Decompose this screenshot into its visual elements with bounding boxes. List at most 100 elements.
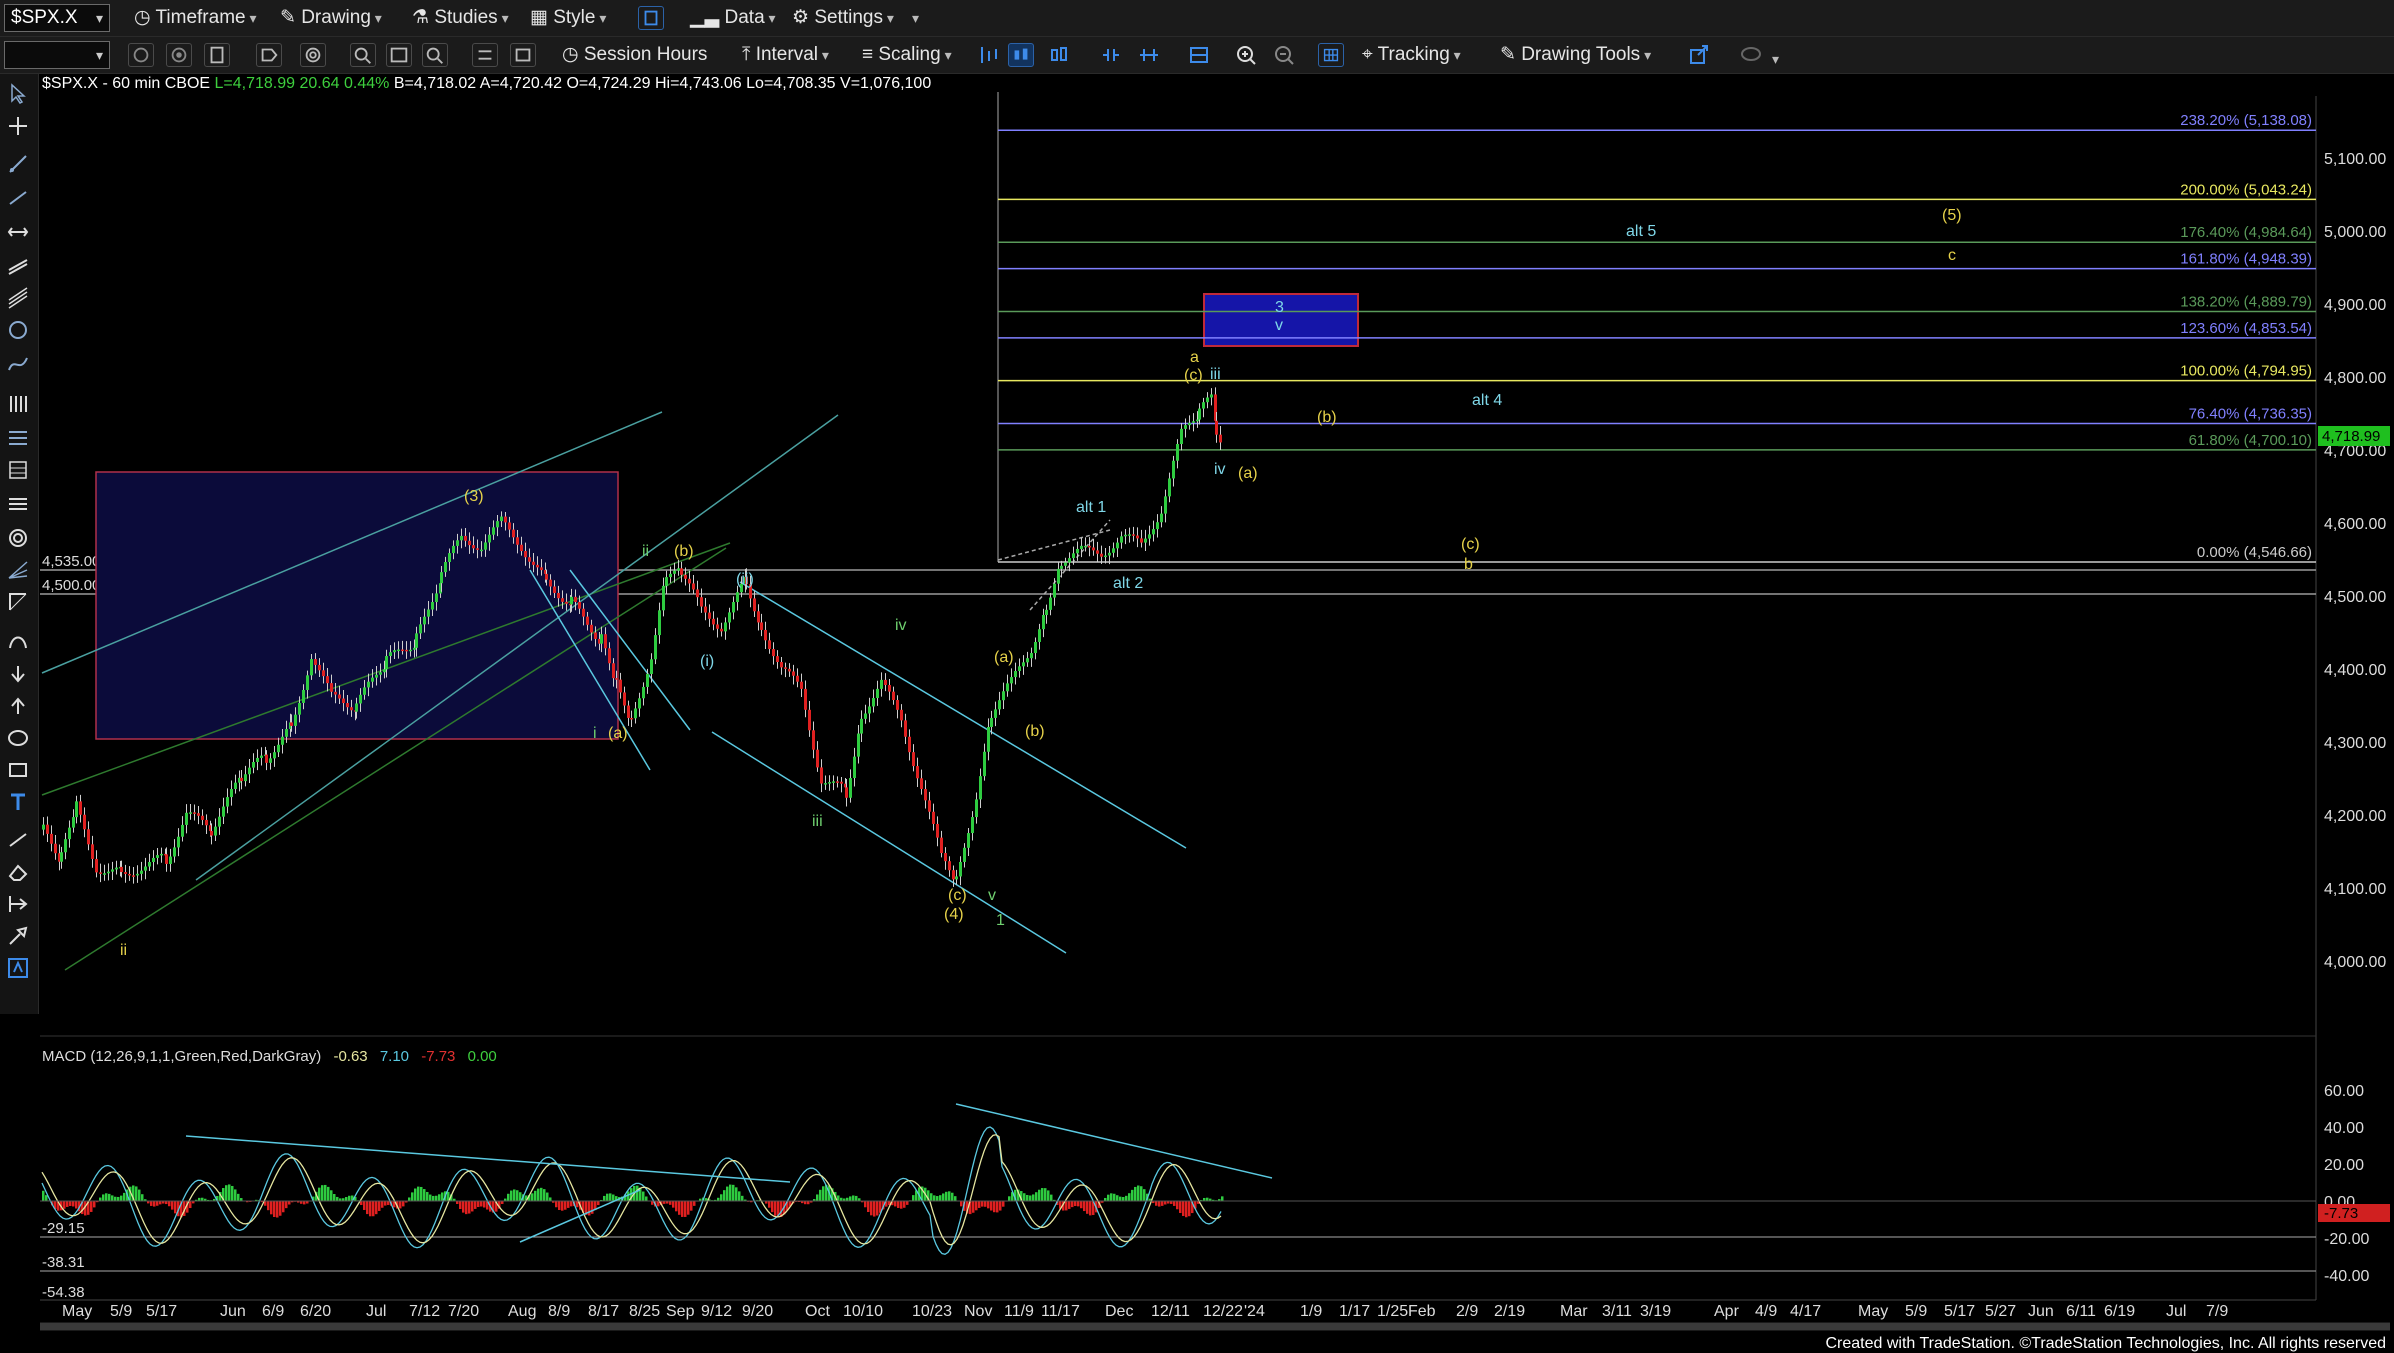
cycle-alt-icon[interactable]: [166, 43, 192, 67]
interval-menu[interactable]: ⤒ Interval: [742, 43, 829, 67]
candle-body: [128, 873, 131, 876]
studies-menu[interactable]: ⚗ Studies: [412, 6, 509, 30]
scrollbar-thumb[interactable]: [40, 1323, 2390, 1330]
interval-selector[interactable]: [4, 41, 110, 69]
candle-body: [419, 624, 422, 634]
eraser-icon[interactable]: [6, 860, 30, 884]
style-menu[interactable]: ▦ Style: [530, 6, 606, 30]
window-icon[interactable]: [1186, 43, 1212, 67]
candle-body: [318, 664, 321, 671]
price-chart[interactable]: 4,535.00 4,500.00 238.20% (5,138.08) 200.…: [0, 0, 2394, 1353]
macd-hist-bar: [105, 1193, 108, 1201]
gann-icon[interactable]: [6, 590, 30, 614]
grid-icon[interactable]: [1318, 43, 1344, 67]
channel-upper[interactable]: [739, 581, 1187, 849]
macd-hist-bar: [120, 1195, 123, 1201]
macd-hist-bar: [282, 1201, 285, 1213]
pitchfork-icon[interactable]: [6, 286, 30, 310]
bars-icon[interactable]: [6, 392, 30, 416]
fib-icon[interactable]: [6, 352, 30, 376]
macd-trendline-2[interactable]: [955, 1103, 1273, 1179]
macd-series[interactable]: [40, 1126, 2316, 1256]
hollow-candle-icon[interactable]: [1046, 43, 1072, 67]
spiral-icon[interactable]: [300, 43, 326, 67]
export-icon[interactable]: [1686, 43, 1712, 67]
macd-hist-bar: [408, 1197, 411, 1201]
time-axis[interactable]: May 5/9 5/17 Jun 6/9 6/20 Jul 7/12 7/20 Aug 8/9 8/1…: [62, 1303, 2228, 1320]
settings-menu[interactable]: ⚙ Settings: [792, 6, 894, 30]
timeframe-menu[interactable]: ◷ Timeframe: [134, 6, 257, 30]
cycle-icon[interactable]: [6, 318, 30, 342]
compress-icon[interactable]: [1098, 43, 1124, 67]
fib-fan-icon[interactable]: [6, 458, 30, 482]
session-hours-button[interactable]: ◷ Session Hours: [562, 43, 707, 67]
trendline-icon[interactable]: [6, 152, 30, 176]
zoom-in-icon[interactable]: [1234, 43, 1260, 67]
bar-type-icon[interactable]: [976, 43, 1002, 67]
sliders-icon[interactable]: [472, 43, 498, 67]
expand-icon[interactable]: [1136, 43, 1162, 67]
search-icon[interactable]: [422, 43, 448, 67]
fib-extension-levels[interactable]: 238.20% (5,138.08) 200.00% (5,043.24) 176.…: [998, 112, 2316, 563]
macd-value-4: 0.00: [468, 1048, 497, 1065]
candle-body: [277, 744, 280, 753]
zoom-out-icon[interactable]: [1272, 43, 1298, 67]
chat-icon[interactable]: [1738, 43, 1764, 67]
candle-body: [768, 640, 771, 650]
candle-body: [393, 650, 396, 653]
data-menu[interactable]: ▁▃ Data: [690, 6, 776, 30]
macd-badge-text: -7.73: [2324, 1205, 2358, 1222]
rectangle-icon[interactable]: [6, 758, 30, 782]
arrow-up-icon[interactable]: [6, 694, 30, 718]
ellipse-icon[interactable]: [6, 726, 30, 750]
chat-dropdown-icon[interactable]: ▾: [1772, 47, 1779, 71]
layers-icon[interactable]: [510, 43, 536, 67]
candle-body: [405, 649, 408, 652]
range-icon[interactable]: [6, 892, 30, 916]
price-axis[interactable]: 5,100.005,000.004,900.004,800.004,700.00…: [2324, 151, 2386, 971]
macd-hist-bar: [225, 1185, 228, 1201]
macd-hist-bar: [414, 1188, 417, 1201]
text-icon[interactable]: [6, 790, 30, 814]
horizontal-ray-icon[interactable]: [6, 220, 30, 244]
brush-icon[interactable]: [6, 924, 30, 948]
candle-body: [375, 674, 378, 678]
candle-body: [385, 656, 388, 670]
macd-hist-bar: [1161, 1201, 1164, 1206]
macd-hist-bar: [111, 1195, 114, 1201]
channel-icon[interactable]: [6, 254, 30, 278]
pointer-icon[interactable]: [6, 82, 30, 106]
scaling-menu[interactable]: ≡ Scaling: [862, 43, 952, 67]
image-icon[interactable]: [386, 43, 412, 67]
speed-lines-icon[interactable]: [6, 558, 30, 582]
link-icon[interactable]: [638, 6, 664, 30]
symbol-selector[interactable]: $SPX.X: [4, 4, 110, 32]
macd-hist-bar: [276, 1201, 279, 1218]
macd-hist-bar: [99, 1197, 102, 1201]
line-icon[interactable]: [6, 828, 30, 852]
crosshair-icon: ⌖: [1362, 44, 1378, 65]
more-icon[interactable]: ▾: [912, 6, 919, 30]
macd-axis[interactable]: 60.0040.0020.000.00-20.00-40.00: [2324, 1083, 2369, 1285]
macd-hist-bar: [546, 1192, 549, 1201]
annotation-icon[interactable]: [6, 956, 30, 980]
drawing-menu[interactable]: ✎ Drawing: [280, 6, 382, 30]
crosshair-icon[interactable]: [6, 114, 30, 138]
ray-icon[interactable]: [6, 186, 30, 210]
tag-icon[interactable]: [256, 43, 282, 67]
macd-hist-bar: [231, 1185, 234, 1201]
macd-hist-bar: [822, 1186, 825, 1201]
fib-grid-icon[interactable]: [6, 492, 30, 516]
cycle-icon[interactable]: [128, 43, 154, 67]
tracking-menu[interactable]: ⌖ Tracking: [1362, 43, 1461, 67]
channel-lower[interactable]: [711, 731, 1067, 954]
arc-icon[interactable]: [6, 630, 30, 654]
fib-extension-icon[interactable]: [6, 426, 30, 450]
alert-icon[interactable]: [350, 43, 376, 67]
arrow-down-icon[interactable]: [6, 662, 30, 686]
document-icon[interactable]: [204, 43, 230, 67]
candle-icon[interactable]: [1008, 43, 1034, 67]
fib-circle-icon[interactable]: [6, 526, 30, 550]
macd-left-label-2: -38.31: [42, 1254, 85, 1271]
drawing-tools-menu[interactable]: ✎ Drawing Tools: [1500, 43, 1651, 67]
